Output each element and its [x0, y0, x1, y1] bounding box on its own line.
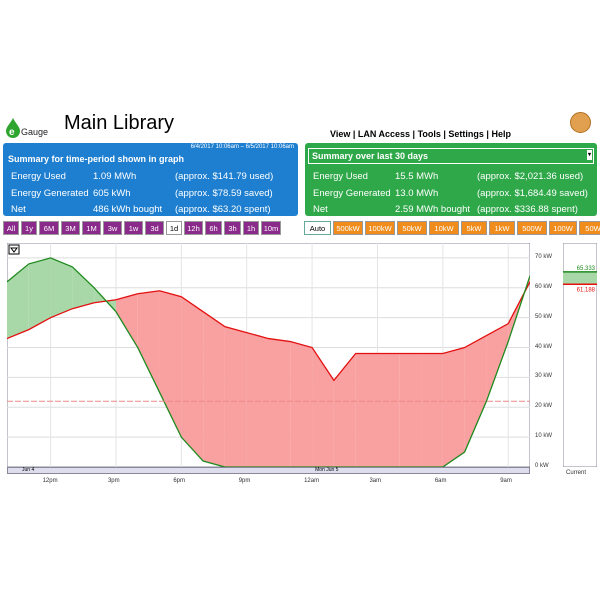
time-button-1d[interactable]: 1d: [166, 221, 182, 235]
logo-text: Gauge: [21, 127, 49, 137]
time-button-All[interactable]: All: [3, 221, 19, 235]
y-tick-label: 70 kW: [535, 253, 553, 260]
summary-30-panel: Summary over last 30 days ▾ Energy Used 15…: [305, 143, 597, 216]
time-button-1h[interactable]: 1h: [243, 221, 259, 235]
current-generated-value: 65.333: [577, 266, 596, 272]
gen-surplus-area: [50, 257, 73, 318]
y-tick-label: 40 kW: [535, 343, 553, 350]
x-tick-label: 12am: [304, 478, 320, 484]
page-title: Main Library: [64, 112, 175, 134]
time-button-1y[interactable]: 1y: [21, 221, 37, 235]
current-used-value: 61.188: [577, 287, 596, 293]
time-button-3w[interactable]: 3w: [103, 221, 122, 235]
scale-button-500W[interactable]: 500W: [517, 221, 547, 235]
period-range: 6/4/2017 10:06am – 6/5/2017 10:06am: [190, 144, 294, 150]
x-tick-label: 6pm: [173, 478, 185, 484]
net-import-area: [290, 341, 313, 467]
scale-button-50W[interactable]: 50W: [579, 221, 600, 235]
y-tick-label: 60 kW: [535, 283, 553, 290]
current-label: Current: [566, 470, 587, 476]
period-summary-panel: 6/4/2017 10:06am – 6/5/2017 10:06am Summ…: [3, 143, 298, 216]
egauge-logo[interactable]: e Gauge: [3, 112, 61, 142]
net-import-area: [442, 347, 465, 467]
time-button-1w[interactable]: 1w: [124, 221, 143, 235]
y-tick-label: 0 kW: [535, 463, 549, 469]
net-import-area: [224, 326, 247, 467]
power-chart[interactable]: [7, 243, 530, 467]
net-import-area: [246, 332, 269, 467]
x-tick-label: 3pm: [107, 478, 120, 484]
current-bar: 65.333 61.188: [563, 243, 597, 467]
period-summary-title: Summary for time-period shown in graph: [8, 154, 185, 164]
net-import-area: [268, 338, 291, 467]
top-menu[interactable]: View | LAN Access | Tools | Settings | H…: [330, 129, 511, 139]
y-tick-label: 30 kW: [535, 373, 553, 380]
x-tick-label: 3am: [369, 478, 382, 484]
y-tick-label: 10 kW: [535, 433, 553, 440]
scale-button-5kW[interactable]: 5kW: [461, 221, 487, 235]
scale-button-50kW[interactable]: 50kW: [397, 221, 427, 235]
time-button-3h[interactable]: 3h: [224, 221, 241, 235]
time-button-12h[interactable]: 12h: [184, 221, 203, 235]
x-tick-label: 6am: [434, 478, 447, 484]
time-navigator[interactable]: Jun 4 Mon Jun 5: [7, 467, 530, 474]
net-import-area: [355, 353, 378, 467]
x-tick-label: 9am: [500, 478, 512, 484]
net-import-area: [181, 296, 204, 462]
scale-button-500kW[interactable]: 500kW: [333, 221, 363, 235]
time-button-6h[interactable]: 6h: [205, 221, 222, 235]
time-button-3d[interactable]: 3d: [145, 221, 164, 235]
svg-text:e: e: [9, 127, 15, 138]
y-tick-label: 20 kW: [535, 403, 553, 410]
date-label: Jun 4: [22, 467, 35, 473]
user-avatar[interactable]: [570, 112, 591, 133]
x-tick-label: 12pm: [42, 478, 58, 484]
net-import-area: [377, 353, 400, 467]
scale-button-10kW[interactable]: 10kW: [429, 221, 459, 235]
current-surplus: [563, 271, 597, 285]
time-button-3M[interactable]: 3M: [61, 221, 80, 235]
summary-30-select[interactable]: Summary over last 30 days ▾: [308, 148, 594, 164]
y-tick-label: 50 kW: [535, 313, 553, 320]
net-import-area: [203, 311, 225, 467]
scale-button-100W[interactable]: 100W: [549, 221, 577, 235]
dropdown-arrow-icon[interactable]: ▾: [587, 150, 592, 160]
scale-button-1kW[interactable]: 1kW: [489, 221, 515, 235]
time-button-6M[interactable]: 6M: [39, 221, 59, 235]
time-button-10m[interactable]: 10m: [261, 221, 281, 235]
date-label: Mon Jun 5: [315, 467, 339, 473]
scale-button-100kW[interactable]: 100kW: [365, 221, 395, 235]
scale-button-Auto[interactable]: Auto: [304, 221, 331, 235]
net-import-area: [399, 353, 422, 467]
drop-icon: e: [6, 118, 20, 138]
x-tick-label: 9pm: [238, 478, 251, 484]
time-button-1M[interactable]: 1M: [82, 221, 101, 235]
net-import-area: [421, 353, 443, 467]
